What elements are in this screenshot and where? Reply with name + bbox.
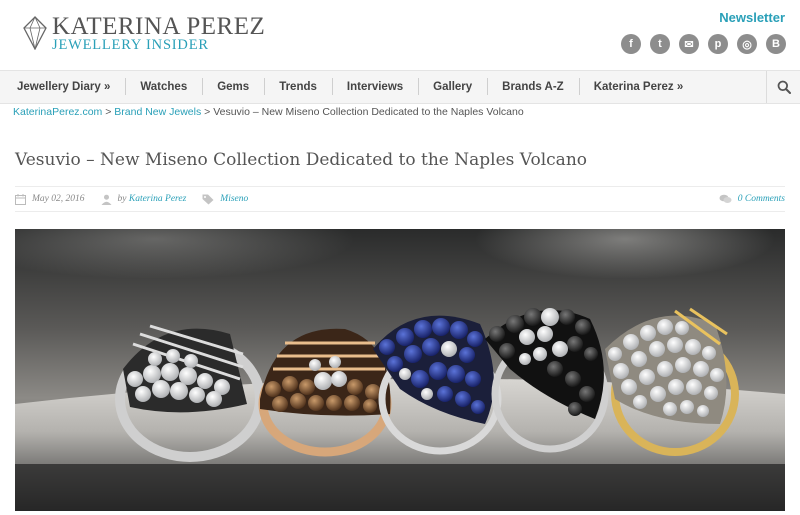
newsletter-link[interactable]: Newsletter	[719, 10, 785, 25]
nav-item-jewellery-diary[interactable]: Jewellery Diary »	[0, 70, 125, 104]
breadcrumb: KaterinaPerez.com > Brand New Jewels > V…	[13, 106, 524, 118]
logo-tagline: JEWELLERY INSIDER	[52, 37, 209, 53]
comments-link[interactable]: 0 Comments	[738, 194, 785, 204]
article-meta: May 02, 2016 by Katerina Perez Miseno 0 …	[15, 186, 785, 212]
site-logo[interactable]: KATERINA PEREZ JEWELLERY INSIDER	[22, 14, 265, 53]
facebook-icon[interactable]: f	[621, 34, 641, 54]
rings-photo	[15, 229, 785, 511]
breadcrumb-home[interactable]: KaterinaPerez.com	[13, 106, 102, 118]
nav-item-gems[interactable]: Gems	[202, 70, 264, 104]
email-icon[interactable]: ✉	[679, 34, 699, 54]
diamond-logo-icon	[23, 16, 47, 51]
breadcrumb-current: Vesuvio – New Miseno Collection Dedicate…	[213, 106, 524, 118]
nav-item-brands[interactable]: Brands A-Z	[487, 70, 579, 104]
author-link[interactable]: Katerina Perez	[129, 194, 186, 204]
nav-item-gallery[interactable]: Gallery	[418, 70, 487, 104]
pinterest-icon[interactable]: p	[708, 34, 728, 54]
article-hero-image	[15, 229, 785, 511]
breadcrumb-separator: >	[102, 106, 115, 118]
author-by: by	[117, 194, 127, 204]
logo-name: KATERINA PEREZ	[52, 13, 266, 40]
social-icons: f t ✉ p ◎ B	[621, 34, 786, 54]
search-button[interactable]	[766, 71, 800, 103]
user-icon	[101, 194, 112, 205]
blog-icon[interactable]: B	[766, 34, 786, 54]
tag-link[interactable]: Miseno	[220, 194, 248, 204]
article-date: May 02, 2016	[32, 194, 85, 204]
comments-icon	[719, 194, 732, 204]
twitter-icon[interactable]: t	[650, 34, 670, 54]
search-icon	[777, 80, 791, 94]
nav-item-interviews[interactable]: Interviews	[331, 70, 418, 104]
tag-icon	[202, 194, 214, 205]
instagram-icon[interactable]: ◎	[737, 34, 757, 54]
nav-item-watches[interactable]: Watches	[125, 70, 202, 104]
breadcrumb-category[interactable]: Brand New Jewels	[114, 106, 201, 118]
site-header: KATERINA PEREZ JEWELLERY INSIDER Newslet…	[0, 0, 800, 70]
nav-item-katerina-perez[interactable]: Katerina Perez »	[578, 70, 699, 104]
article-title: Vesuvio – New Miseno Collection Dedicate…	[15, 150, 587, 170]
breadcrumb-separator: >	[201, 106, 214, 118]
main-nav: Jewellery Diary » Watches Gems Trends In…	[0, 70, 800, 104]
calendar-icon	[15, 193, 26, 205]
nav-item-trends[interactable]: Trends	[264, 70, 332, 104]
